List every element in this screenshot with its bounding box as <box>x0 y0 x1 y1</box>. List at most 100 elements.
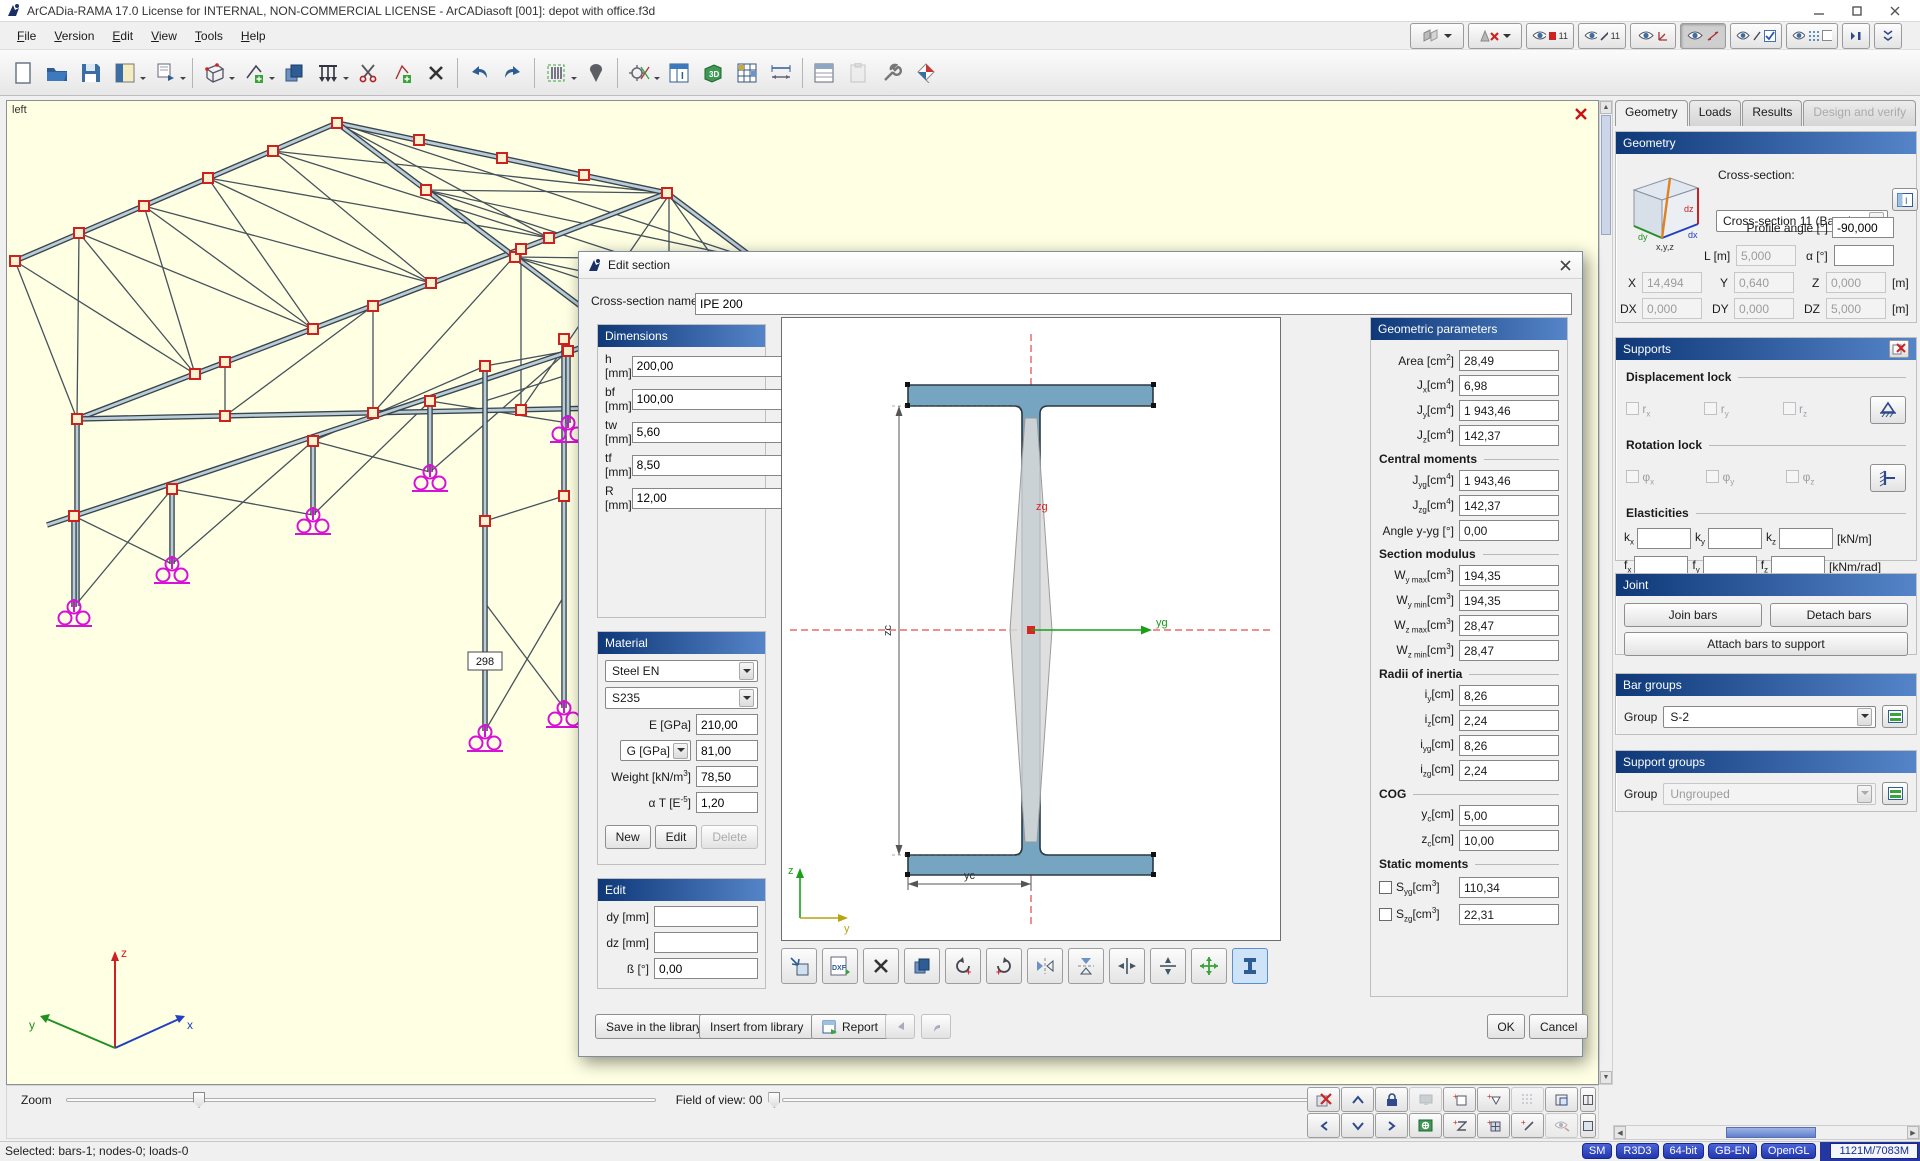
dialog-close-button[interactable] <box>1556 256 1574 274</box>
alpha-input[interactable] <box>1834 245 1894 266</box>
viewport-single-button[interactable] <box>1580 1113 1596 1138</box>
menu-item[interactable]: Help <box>232 25 275 47</box>
status-badge[interactable]: R3D3 <box>1616 1143 1658 1159</box>
report-button[interactable]: Report <box>811 1014 889 1039</box>
settings-wrench-button[interactable] <box>875 55 909 91</box>
dimension-input[interactable] <box>632 488 797 509</box>
project-manager-caret[interactable] <box>140 77 146 83</box>
status-badge[interactable]: GB-EN <box>1708 1143 1757 1159</box>
show-dimensions-button[interactable] <box>1680 23 1726 49</box>
loads-caret[interactable] <box>343 77 349 83</box>
scroll-left-icon[interactable]: ◀ <box>1614 1126 1626 1139</box>
grid-view-button[interactable] <box>730 55 764 91</box>
status-badge[interactable]: 64-bit <box>1663 1143 1705 1159</box>
scroll-up-icon[interactable]: ▲ <box>1600 101 1612 114</box>
move-to-origin-button[interactable] <box>1191 948 1227 984</box>
frame-caret[interactable] <box>229 77 235 83</box>
viewport-vertical-scrollbar[interactable]: ▲ ▼ <box>1599 100 1613 1085</box>
collapse-toolbar-button[interactable] <box>1842 23 1870 49</box>
rotate-ccw-button[interactable]: + <box>945 948 981 984</box>
static-moment-checkbox[interactable] <box>1379 908 1392 921</box>
new-project-button[interactable] <box>6 55 40 91</box>
dimension-input[interactable] <box>632 389 797 410</box>
delete-button[interactable] <box>419 55 453 91</box>
menu-item[interactable]: Tools <box>186 25 232 47</box>
bar-groups-manage-button[interactable] <box>1882 705 1908 728</box>
new-frame-3d-button[interactable] <box>197 55 231 91</box>
scroll-right-icon[interactable]: ▶ <box>1907 1126 1919 1139</box>
section-display-caret[interactable] <box>571 77 577 83</box>
e-modulus-input[interactable] <box>696 714 758 735</box>
add-support-view-button[interactable]: + <box>1477 1087 1510 1112</box>
attach-bars-to-support-button[interactable]: Attach bars to support <box>1624 632 1908 656</box>
redo-button[interactable] <box>496 55 530 91</box>
zoom-slider-track[interactable] <box>66 1098 656 1102</box>
pan-up-button[interactable] <box>1341 1087 1374 1112</box>
more-toolbars-button[interactable] <box>1874 23 1902 49</box>
pan-down-button[interactable] <box>1341 1113 1374 1138</box>
delete-support-button[interactable] <box>1889 340 1909 358</box>
section-display-button[interactable] <box>539 55 573 91</box>
pinned-support-button[interactable] <box>1870 396 1906 424</box>
tab-loads[interactable]: Loads <box>1689 100 1742 126</box>
dimension-input[interactable] <box>632 356 797 377</box>
status-badge[interactable]: SM <box>1582 1143 1613 1159</box>
save-button[interactable] <box>74 55 108 91</box>
static-moment-checkbox[interactable] <box>1379 881 1392 894</box>
support-groups-manage-button[interactable] <box>1882 782 1908 805</box>
show-grid-button[interactable] <box>1786 23 1838 49</box>
status-badge[interactable]: OpenGL <box>1761 1143 1817 1159</box>
profile-view-button[interactable] <box>1232 948 1268 984</box>
fov-slider-track[interactable] <box>782 1098 1322 1102</box>
weight-input[interactable] <box>696 766 758 787</box>
g-modulus-select[interactable]: G [GPa] <box>620 740 691 761</box>
align-horizontal-button[interactable] <box>1109 948 1145 984</box>
pan-left-button[interactable] <box>1307 1113 1340 1138</box>
cancel-button[interactable]: Cancel <box>1529 1014 1588 1039</box>
kite-tool-button[interactable] <box>909 55 943 91</box>
elasticity-input[interactable] <box>1637 528 1691 549</box>
add-bar-view-button[interactable]: + <box>1511 1113 1544 1138</box>
edit-offset-input[interactable] <box>654 958 758 979</box>
mirror-vertical-button[interactable] <box>1068 948 1104 984</box>
lock-view-button[interactable] <box>1375 1087 1408 1112</box>
join-bars-button[interactable]: Join bars <box>1624 603 1762 627</box>
dimension-input[interactable] <box>632 455 797 476</box>
maximize-button[interactable] <box>1838 1 1876 21</box>
loads-button[interactable] <box>311 55 345 91</box>
copy-shape-button[interactable] <box>904 948 940 984</box>
hide-objects-dropdown[interactable] <box>1468 23 1522 49</box>
fov-slider-thumb[interactable] <box>768 1092 780 1108</box>
show-section-numbers-button[interactable]: 11 <box>1526 23 1574 49</box>
elasticity-input[interactable] <box>1708 528 1762 549</box>
copy-bars-button[interactable] <box>277 55 311 91</box>
show-bars-check-button[interactable] <box>1730 23 1782 49</box>
material-type-select[interactable]: Steel EN <box>605 660 758 682</box>
close-viewport-icon[interactable] <box>1574 107 1588 121</box>
minimize-button[interactable] <box>1800 1 1838 21</box>
menu-item[interactable]: File <box>8 25 45 47</box>
draw-bar-caret[interactable] <box>269 77 275 83</box>
delete-shape-button[interactable] <box>863 948 899 984</box>
add-load-view-button[interactable]: + <box>1443 1113 1476 1138</box>
material-grade-select[interactable]: S235 <box>605 687 758 709</box>
zoom-window-button[interactable] <box>1545 1087 1578 1112</box>
scrollbar-thumb[interactable] <box>1726 1127 1816 1138</box>
import-section-button[interactable] <box>781 948 817 984</box>
ok-button[interactable]: OK <box>1487 1014 1525 1039</box>
mirror-horizontal-button[interactable] <box>1027 948 1063 984</box>
dxf-export-button[interactable]: DXF <box>822 948 858 984</box>
menu-item[interactable]: Version <box>45 25 103 47</box>
close-button[interactable] <box>1876 1 1914 21</box>
edit-offset-input[interactable] <box>654 906 758 927</box>
g-modulus-input[interactable] <box>696 740 758 761</box>
elasticity-input[interactable] <box>1779 528 1833 549</box>
rotate-cw-button[interactable]: + <box>986 948 1022 984</box>
undo-button[interactable] <box>462 55 496 91</box>
add-node-view-button[interactable]: + <box>1443 1087 1476 1112</box>
edit-offset-input[interactable] <box>654 932 758 953</box>
bar-group-select[interactable]: S-2 <box>1663 706 1876 728</box>
tab-geometry[interactable]: Geometry <box>1615 100 1688 126</box>
delete-view-button[interactable] <box>1307 1087 1340 1112</box>
view-3d-button[interactable]: 3D <box>696 55 730 91</box>
